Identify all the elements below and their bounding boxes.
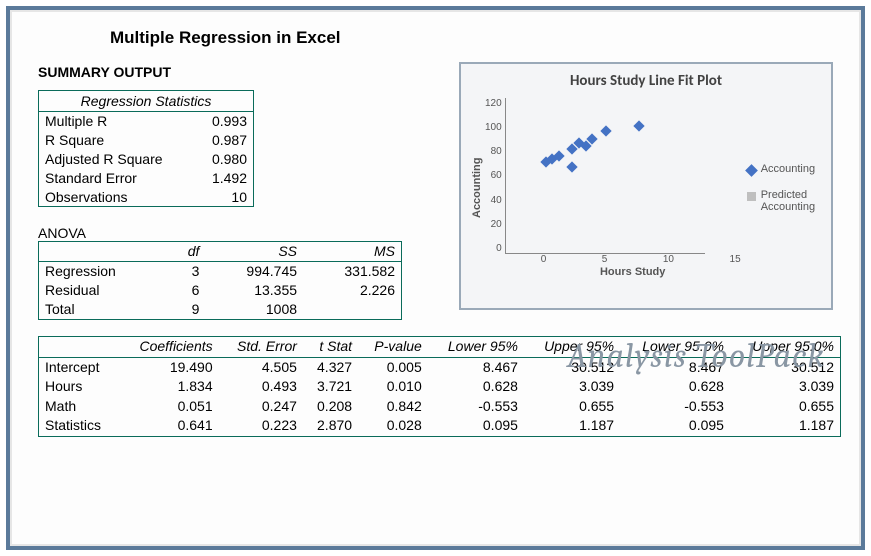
coef-label: Intercept bbox=[39, 357, 119, 377]
document-frame: Multiple Regression in Excel SUMMARY OUT… bbox=[6, 6, 865, 550]
regression-statistics-header: Regression Statistics bbox=[39, 91, 254, 112]
left-column: SUMMARY OUTPUT Regression Statistics Mul… bbox=[38, 64, 438, 320]
table-row: Observations10 bbox=[39, 188, 254, 207]
x-tick: 10 bbox=[663, 254, 674, 265]
stat-value: 0.980 bbox=[196, 150, 254, 169]
page-title: Multiple Regression in Excel bbox=[110, 28, 833, 48]
anova-col-header: df bbox=[168, 242, 205, 262]
legend-item-predicted: Predicted Accounting bbox=[747, 189, 841, 213]
data-point bbox=[600, 125, 611, 136]
chart-legend: Accounting Predicted Accounting bbox=[741, 94, 841, 282]
chart-title: Hours Study Line Fit Plot bbox=[469, 72, 823, 90]
anova-col-header: MS bbox=[303, 242, 401, 262]
anova-label: Regression bbox=[39, 262, 169, 281]
anova-label: ANOVA bbox=[38, 225, 438, 241]
data-point bbox=[633, 120, 644, 131]
anova-ms: 331.582 bbox=[303, 262, 401, 281]
coef-col-header: t Stat bbox=[303, 337, 358, 358]
coef-col-header: P-value bbox=[358, 337, 428, 358]
legend-item-accounting: Accounting bbox=[747, 163, 841, 175]
stat-label: Multiple R bbox=[39, 112, 196, 131]
anova-table: dfSSMS Regression 3 994.745 331.582Resid… bbox=[38, 241, 402, 320]
anova-col-header: SS bbox=[205, 242, 303, 262]
coef-col-header bbox=[39, 337, 119, 358]
y-tick: 20 bbox=[485, 219, 502, 230]
anova-col-header bbox=[39, 242, 169, 262]
coef-label: Hours bbox=[39, 377, 119, 397]
y-tick: 80 bbox=[485, 146, 502, 157]
coef-label: Math bbox=[39, 397, 119, 417]
x-tick: 0 bbox=[541, 254, 547, 265]
coef-label: Statistics bbox=[39, 416, 119, 436]
legend-label-1: Accounting bbox=[761, 163, 815, 175]
stat-label: Observations bbox=[39, 188, 196, 207]
chart-y-ticks: 120 100 80 60 40 20 0 bbox=[485, 98, 505, 254]
chart-container: Hours Study Line Fit Plot Accounting 120… bbox=[459, 62, 833, 310]
anova-ms: 2.226 bbox=[303, 281, 401, 300]
anova-df: 9 bbox=[168, 300, 205, 319]
y-tick: 60 bbox=[485, 170, 502, 181]
analysis-toolpack-label: Analysis ToolPack bbox=[567, 336, 825, 376]
table-row: R Square0.987 bbox=[39, 131, 254, 150]
chart-y-axis-label: Accounting bbox=[469, 94, 485, 282]
table-row: Adjusted R Square0.980 bbox=[39, 150, 254, 169]
coef-col-header: Coefficients bbox=[119, 337, 219, 358]
stat-value: 0.987 bbox=[196, 131, 254, 150]
table-row: Total 9 1008 bbox=[39, 300, 402, 319]
summary-output-label: SUMMARY OUTPUT bbox=[38, 64, 438, 80]
data-point bbox=[567, 162, 578, 173]
table-row: Statistics 0.6410.223 2.8700.028 0.0951.… bbox=[39, 416, 841, 436]
table-row: Hours 1.8340.493 3.7210.010 0.6283.039 0… bbox=[39, 377, 841, 397]
table-row: Residual 6 13.355 2.226 bbox=[39, 281, 402, 300]
chart-x-ticks: 0 5 10 15 bbox=[541, 254, 741, 265]
y-tick: 40 bbox=[485, 195, 502, 206]
square-icon bbox=[747, 192, 756, 201]
y-tick: 0 bbox=[485, 243, 502, 254]
anova-ss: 13.355 bbox=[205, 281, 303, 300]
anova-df: 6 bbox=[168, 281, 205, 300]
regression-statistics-table: Regression Statistics Multiple R0.993R S… bbox=[38, 90, 254, 207]
y-tick: 100 bbox=[485, 122, 502, 133]
coef-col-header: Std. Error bbox=[219, 337, 303, 358]
legend-label-2: Predicted Accounting bbox=[761, 189, 841, 213]
stat-value: 10 bbox=[196, 188, 254, 207]
y-tick: 120 bbox=[485, 98, 502, 109]
anova-ss: 1008 bbox=[205, 300, 303, 319]
chart-plot-area bbox=[505, 98, 705, 254]
stat-label: R Square bbox=[39, 131, 196, 150]
table-row: Math 0.0510.247 0.2080.842 -0.5530.655 -… bbox=[39, 397, 841, 417]
table-row: Multiple R0.993 bbox=[39, 112, 254, 131]
coef-col-header: Lower 95% bbox=[428, 337, 524, 358]
stat-label: Standard Error bbox=[39, 169, 196, 188]
anova-df: 3 bbox=[168, 262, 205, 281]
table-row: Standard Error1.492 bbox=[39, 169, 254, 188]
anova-label: Total bbox=[39, 300, 169, 319]
stat-label: Adjusted R Square bbox=[39, 150, 196, 169]
stat-value: 1.492 bbox=[196, 169, 254, 188]
anova-label: Residual bbox=[39, 281, 169, 300]
table-row: Regression 3 994.745 331.582 bbox=[39, 262, 402, 281]
anova-ss: 994.745 bbox=[205, 262, 303, 281]
x-tick: 5 bbox=[602, 254, 608, 265]
anova-ms bbox=[303, 300, 401, 319]
x-tick: 15 bbox=[730, 254, 741, 265]
chart-x-axis-label: Hours Study bbox=[525, 266, 741, 278]
diamond-icon bbox=[745, 164, 758, 177]
stat-value: 0.993 bbox=[196, 112, 254, 131]
